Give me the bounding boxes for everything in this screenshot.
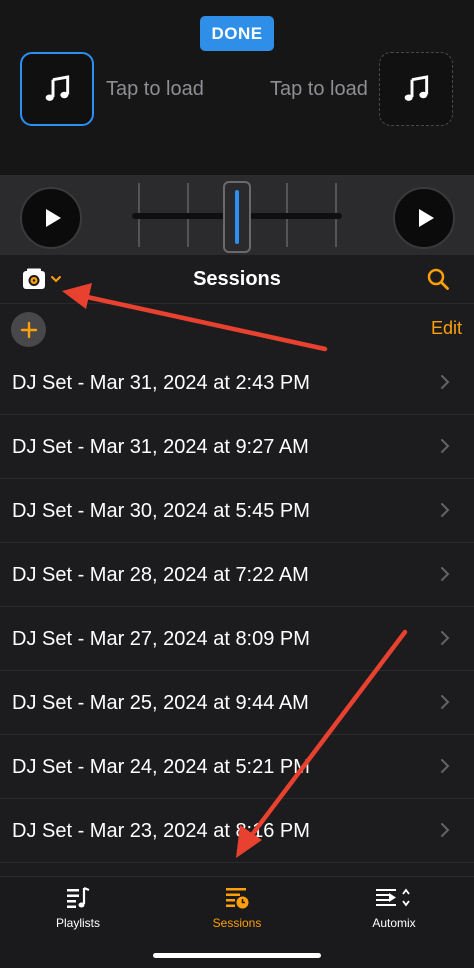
- done-button[interactable]: DONE: [200, 16, 274, 51]
- list-item[interactable]: DJ Set - Mar 31, 2024 at 9:27 AM: [0, 415, 474, 479]
- play-right-button[interactable]: [393, 187, 455, 249]
- deck-left-slot[interactable]: [20, 52, 94, 126]
- list-item[interactable]: DJ Set - Mar 28, 2024 at 7:22 AM: [0, 543, 474, 607]
- session-name: DJ Set - Mar 31, 2024 at 9:27 AM: [12, 436, 309, 458]
- crossfader-knob[interactable]: [223, 181, 251, 253]
- tab-sessions[interactable]: Sessions: [182, 885, 292, 930]
- playlists-icon: [67, 886, 90, 908]
- add-session-button[interactable]: [11, 312, 46, 347]
- search-icon[interactable]: [426, 267, 450, 291]
- deck-left-tap-label: Tap to load: [106, 78, 204, 100]
- chevron-right-icon: [441, 759, 450, 773]
- tab-playlists[interactable]: Playlists: [23, 885, 133, 930]
- chevron-right-icon: [441, 695, 450, 709]
- tab-label: Playlists: [55, 916, 100, 930]
- automix-icon: [376, 888, 410, 907]
- session-name: DJ Set - Mar 28, 2024 at 7:22 AM: [12, 564, 309, 586]
- session-name: DJ Set - Mar 23, 2024 at 8:16 PM: [12, 820, 310, 842]
- chevron-right-icon: [441, 375, 450, 389]
- chevron-right-icon: [441, 503, 450, 517]
- chevron-right-icon: [441, 567, 450, 581]
- session-name: DJ Set - Mar 25, 2024 at 9:44 AM: [12, 692, 309, 714]
- deck-area: DONE Tap to load Tap to load: [0, 0, 474, 175]
- play-icon: [418, 209, 434, 227]
- deck-right-slot[interactable]: [379, 52, 453, 126]
- music-note-icon: [404, 75, 429, 101]
- list-item[interactable]: DJ Set - Mar 24, 2024 at 5:21 PM: [0, 735, 474, 799]
- tab-automix[interactable]: Automix: [339, 885, 449, 930]
- music-note-icon: [45, 75, 70, 101]
- chevron-right-icon: [441, 439, 450, 453]
- sessions-icon: [226, 888, 249, 909]
- chevron-right-icon: [441, 823, 450, 837]
- plus-icon: [20, 321, 37, 338]
- tab-label: Automix: [372, 916, 416, 930]
- sessions-list: DJ Set - Mar 31, 2024 at 2:43 PM DJ Set …: [0, 351, 474, 876]
- edit-button[interactable]: Edit: [431, 318, 462, 339]
- list-item[interactable]: DJ Set - Mar 30, 2024 at 5:45 PM: [0, 479, 474, 543]
- deck-right-tap-label: Tap to load: [270, 78, 368, 100]
- list-item[interactable]: DJ Set - Mar 23, 2024 at 8:16 PM: [0, 799, 474, 863]
- page-title: Sessions: [193, 268, 281, 290]
- session-name: DJ Set - Mar 31, 2024 at 2:43 PM: [12, 372, 310, 394]
- sessions-toolbar: Edit: [0, 303, 474, 351]
- list-item[interactable]: DJ Set - Mar 27, 2024 at 8:09 PM: [0, 607, 474, 671]
- list-item[interactable]: DJ Set - Mar 25, 2024 at 9:44 AM: [0, 671, 474, 735]
- app-screen: DONE Tap to load Tap to load Sessions Ed…: [0, 0, 474, 968]
- home-indicator[interactable]: [153, 953, 321, 958]
- tab-label: Sessions: [212, 916, 262, 930]
- play-icon: [45, 209, 61, 227]
- session-name: DJ Set - Mar 24, 2024 at 5:21 PM: [12, 756, 310, 778]
- session-name: DJ Set - Mar 27, 2024 at 8:09 PM: [12, 628, 310, 650]
- chevron-right-icon: [441, 631, 450, 645]
- session-name: DJ Set - Mar 30, 2024 at 5:45 PM: [12, 500, 310, 522]
- play-left-button[interactable]: [20, 187, 82, 249]
- list-item[interactable]: DJ Set - Mar 31, 2024 at 2:43 PM: [0, 351, 474, 415]
- sessions-header: Sessions: [0, 255, 474, 303]
